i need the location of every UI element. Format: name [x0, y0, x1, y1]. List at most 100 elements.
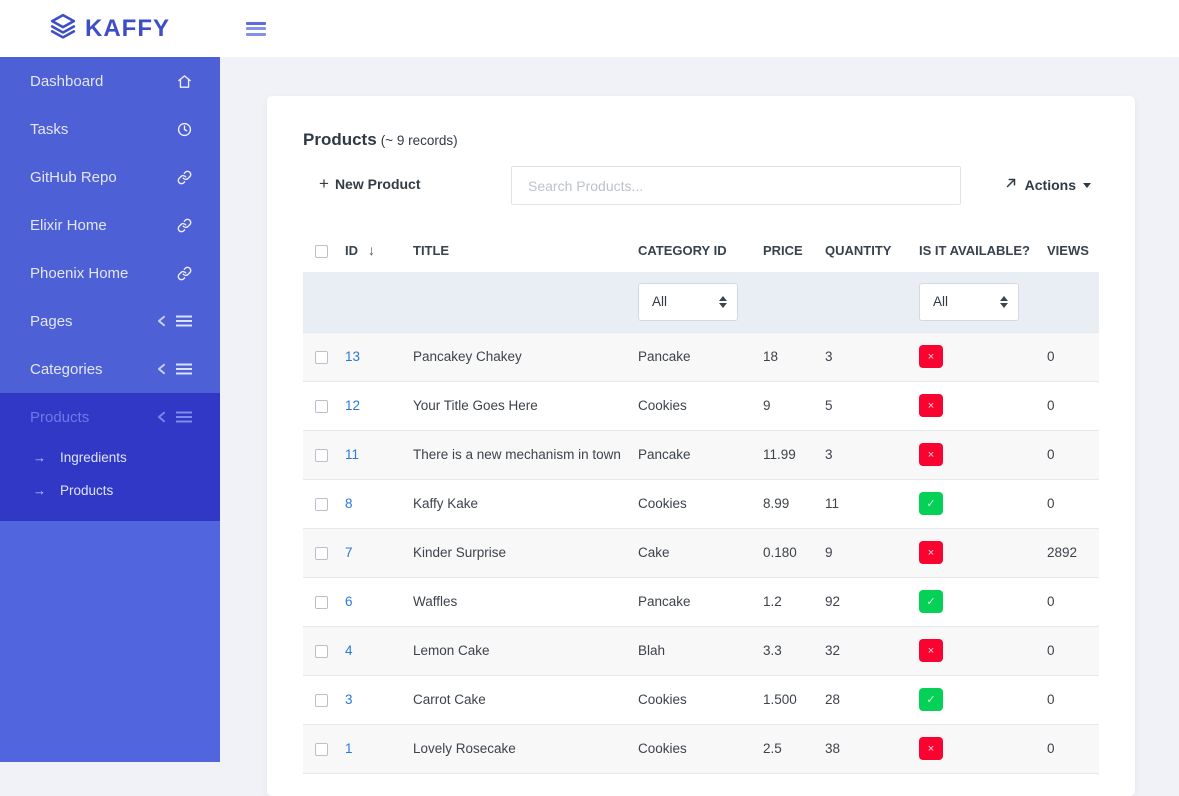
- row-title: Lemon Cake: [413, 626, 638, 675]
- row-quantity: 3: [825, 430, 919, 479]
- available-filter-select[interactable]: All: [919, 283, 1019, 321]
- arrow-right-icon: →: [33, 450, 46, 465]
- row-checkbox[interactable]: [315, 400, 328, 413]
- list-icon: [176, 411, 192, 423]
- sidebar-subitem-ingredients[interactable]: → Ingredients: [0, 441, 220, 474]
- sidebar-item-pages[interactable]: Pages: [0, 297, 220, 345]
- sidebar-item-categories[interactable]: Categories: [0, 345, 220, 393]
- records-count: (~ 9 records): [381, 133, 458, 148]
- brand-logo[interactable]: KAFFY: [0, 13, 220, 44]
- table-row: 13 Pancakey Chakey Pancake 18 3 × 0: [303, 332, 1099, 381]
- availability-badge: ×: [919, 394, 943, 417]
- category-filter-select[interactable]: All: [638, 283, 738, 321]
- new-product-button[interactable]: + New Product: [319, 176, 421, 192]
- row-views: 0: [1047, 430, 1099, 479]
- row-checkbox[interactable]: [315, 351, 328, 364]
- table-row: 3 Carrot Cake Cookies 1.500 28 ✓ 0: [303, 675, 1099, 724]
- column-header-price[interactable]: PRICE: [763, 230, 825, 272]
- row-checkbox[interactable]: [315, 547, 328, 560]
- column-header-category[interactable]: CATEGORY ID: [638, 230, 763, 272]
- row-quantity: 5: [825, 381, 919, 430]
- column-header-views[interactable]: VIEWS: [1047, 230, 1099, 272]
- sort-desc-icon: ↓: [368, 242, 375, 258]
- row-category: Pancake: [638, 577, 763, 626]
- availability-badge: ✓: [919, 590, 943, 613]
- row-title: Carrot Cake: [413, 675, 638, 724]
- table-row: 4 Lemon Cake Blah 3.3 32 × 0: [303, 626, 1099, 675]
- row-category: Pancake: [638, 430, 763, 479]
- row-id-link[interactable]: 7: [345, 545, 353, 560]
- plus-icon: +: [319, 177, 329, 191]
- sidebar-item-dashboard[interactable]: Dashboard: [0, 57, 220, 105]
- column-header-available[interactable]: IS IT AVAILABLE?: [919, 230, 1047, 272]
- row-checkbox[interactable]: [315, 694, 328, 707]
- sidebar-item-tasks[interactable]: Tasks: [0, 105, 220, 153]
- home-icon: [177, 74, 192, 89]
- row-id-link[interactable]: 11: [345, 447, 359, 462]
- column-header-id[interactable]: ID↓: [345, 230, 413, 272]
- column-header-title[interactable]: TITLE: [413, 230, 638, 272]
- table-row: 1 Lovely Rosecake Cookies 2.5 38 × 0: [303, 724, 1099, 773]
- row-quantity: 32: [825, 626, 919, 675]
- row-quantity: 3: [825, 332, 919, 381]
- row-quantity: 92: [825, 577, 919, 626]
- row-title: Pancakey Chakey: [413, 332, 638, 381]
- row-category: Cake: [638, 528, 763, 577]
- sidebar: Dashboard Tasks GitHub Repo Elixir Home …: [0, 57, 220, 762]
- row-price: 3.3: [763, 626, 825, 675]
- products-card: Products(~ 9 records) + New Product Acti…: [267, 96, 1135, 796]
- sidebar-item-github-repo[interactable]: GitHub Repo: [0, 153, 220, 201]
- row-checkbox[interactable]: [315, 449, 328, 462]
- row-category: Cookies: [638, 381, 763, 430]
- table-row: 7 Kinder Surprise Cake 0.180 9 × 2892: [303, 528, 1099, 577]
- chevron-left-icon: [157, 363, 166, 375]
- list-icon: [176, 363, 192, 375]
- row-category: Cookies: [638, 675, 763, 724]
- top-bar: KAFFY: [0, 0, 1179, 57]
- availability-badge: ×: [919, 443, 943, 466]
- column-header-quantity[interactable]: QUANTITY: [825, 230, 919, 272]
- row-views: 0: [1047, 577, 1099, 626]
- availability-badge: ×: [919, 639, 943, 662]
- availability-badge: ✓: [919, 688, 943, 711]
- row-checkbox[interactable]: [315, 743, 328, 756]
- row-views: 0: [1047, 626, 1099, 675]
- row-price: 1.2: [763, 577, 825, 626]
- select-all-checkbox[interactable]: [315, 245, 328, 258]
- row-checkbox[interactable]: [315, 498, 328, 511]
- table-row: 8 Kaffy Kake Cookies 8.99 11 ✓ 0: [303, 479, 1099, 528]
- sidebar-item-phoenix-home[interactable]: Phoenix Home: [0, 249, 220, 297]
- row-id-link[interactable]: 8: [345, 496, 353, 511]
- row-quantity: 11: [825, 479, 919, 528]
- row-id-link[interactable]: 4: [345, 643, 353, 658]
- row-checkbox[interactable]: [315, 645, 328, 658]
- row-price: 9: [763, 381, 825, 430]
- search-input[interactable]: [511, 166, 961, 205]
- row-views: 0: [1047, 479, 1099, 528]
- layers-icon: [50, 13, 76, 44]
- row-id-link[interactable]: 1: [345, 741, 353, 756]
- row-id-link[interactable]: 13: [345, 349, 360, 364]
- row-id-link[interactable]: 6: [345, 594, 353, 609]
- table-row: 6 Waffles Pancake 1.2 92 ✓ 0: [303, 577, 1099, 626]
- sidebar-subitem-products[interactable]: → Products: [0, 474, 220, 507]
- link-icon: [177, 266, 192, 281]
- row-views: 0: [1047, 332, 1099, 381]
- sidebar-item-products[interactable]: Products: [0, 393, 220, 441]
- row-title: Kaffy Kake: [413, 479, 638, 528]
- actions-dropdown-button[interactable]: Actions: [1004, 176, 1091, 193]
- sidebar-toggle-icon[interactable]: [246, 22, 266, 36]
- table-filter-row: All All: [303, 272, 1099, 332]
- table-row: 11 There is a new mechanism in town Panc…: [303, 430, 1099, 479]
- row-category: Cookies: [638, 479, 763, 528]
- sidebar-item-elixir-home[interactable]: Elixir Home: [0, 201, 220, 249]
- row-quantity: 38: [825, 724, 919, 773]
- row-id-link[interactable]: 12: [345, 398, 360, 413]
- row-category: Blah: [638, 626, 763, 675]
- row-quantity: 9: [825, 528, 919, 577]
- availability-badge: ✓: [919, 492, 943, 515]
- row-views: 0: [1047, 675, 1099, 724]
- row-id-link[interactable]: 3: [345, 692, 353, 707]
- row-checkbox[interactable]: [315, 596, 328, 609]
- row-title: Waffles: [413, 577, 638, 626]
